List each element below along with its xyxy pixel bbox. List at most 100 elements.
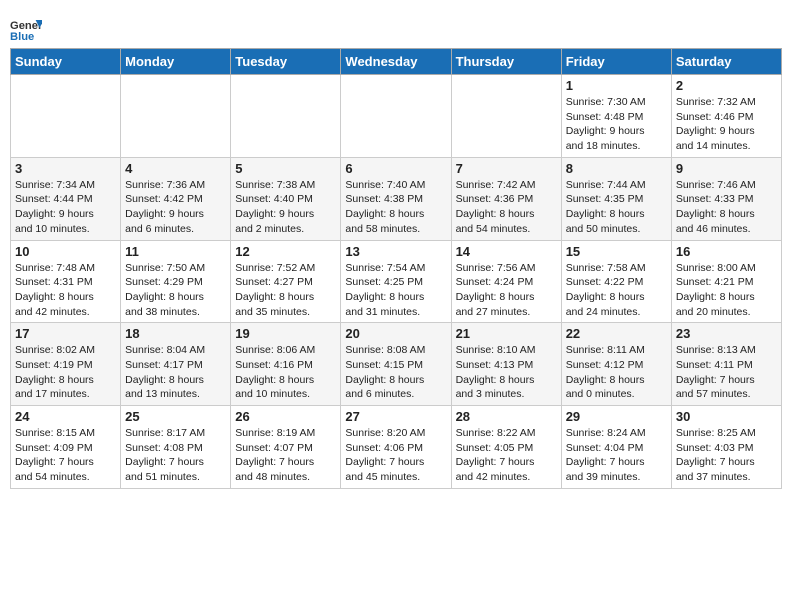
day-number: 9 [676,161,777,176]
day-number: 5 [235,161,336,176]
day-info: Sunrise: 8:02 AM Sunset: 4:19 PM Dayligh… [15,343,116,402]
day-number: 15 [566,244,667,259]
day-number: 14 [456,244,557,259]
day-number: 8 [566,161,667,176]
calendar-cell: 17 Sunrise: 8:02 AM Sunset: 4:19 PM Dayli… [11,323,121,406]
day-info: Sunrise: 7:36 AM Sunset: 4:42 PM Dayligh… [125,178,226,237]
day-info: Sunrise: 8:04 AM Sunset: 4:17 PM Dayligh… [125,343,226,402]
day-number: 29 [566,409,667,424]
day-info: Sunrise: 8:19 AM Sunset: 4:07 PM Dayligh… [235,426,336,485]
calendar-week-row: 17 Sunrise: 8:02 AM Sunset: 4:19 PM Dayli… [11,323,782,406]
day-info: Sunrise: 7:32 AM Sunset: 4:46 PM Dayligh… [676,95,777,154]
calendar-cell: 5 Sunrise: 7:38 AM Sunset: 4:40 PM Daylig… [231,157,341,240]
day-number: 24 [15,409,116,424]
day-number: 26 [235,409,336,424]
calendar-cell: 13 Sunrise: 7:54 AM Sunset: 4:25 PM Dayli… [341,240,451,323]
calendar-cell: 23 Sunrise: 8:13 AM Sunset: 4:11 PM Dayli… [671,323,781,406]
calendar-cell: 27 Sunrise: 8:20 AM Sunset: 4:06 PM Dayli… [341,406,451,489]
day-info: Sunrise: 8:15 AM Sunset: 4:09 PM Dayligh… [15,426,116,485]
calendar-cell: 14 Sunrise: 7:56 AM Sunset: 4:24 PM Dayli… [451,240,561,323]
day-number: 22 [566,326,667,341]
calendar-cell: 28 Sunrise: 8:22 AM Sunset: 4:05 PM Dayli… [451,406,561,489]
weekday-header-thursday: Thursday [451,49,561,75]
calendar-cell: 30 Sunrise: 8:25 AM Sunset: 4:03 PM Dayli… [671,406,781,489]
day-number: 21 [456,326,557,341]
calendar-cell [11,75,121,158]
day-number: 1 [566,78,667,93]
day-info: Sunrise: 8:17 AM Sunset: 4:08 PM Dayligh… [125,426,226,485]
calendar-cell: 8 Sunrise: 7:44 AM Sunset: 4:35 PM Daylig… [561,157,671,240]
day-number: 3 [15,161,116,176]
day-number: 28 [456,409,557,424]
day-number: 12 [235,244,336,259]
calendar-cell: 18 Sunrise: 8:04 AM Sunset: 4:17 PM Dayli… [121,323,231,406]
day-info: Sunrise: 7:30 AM Sunset: 4:48 PM Dayligh… [566,95,667,154]
day-info: Sunrise: 7:44 AM Sunset: 4:35 PM Dayligh… [566,178,667,237]
weekday-header-row: SundayMondayTuesdayWednesdayThursdayFrid… [11,49,782,75]
day-number: 4 [125,161,226,176]
calendar-cell: 9 Sunrise: 7:46 AM Sunset: 4:33 PM Daylig… [671,157,781,240]
day-info: Sunrise: 7:56 AM Sunset: 4:24 PM Dayligh… [456,261,557,320]
calendar-cell: 21 Sunrise: 8:10 AM Sunset: 4:13 PM Dayli… [451,323,561,406]
day-number: 20 [345,326,446,341]
calendar-week-row: 24 Sunrise: 8:15 AM Sunset: 4:09 PM Dayli… [11,406,782,489]
day-number: 7 [456,161,557,176]
day-info: Sunrise: 8:10 AM Sunset: 4:13 PM Dayligh… [456,343,557,402]
calendar-cell: 22 Sunrise: 8:11 AM Sunset: 4:12 PM Dayli… [561,323,671,406]
day-info: Sunrise: 7:38 AM Sunset: 4:40 PM Dayligh… [235,178,336,237]
logo: General Blue [10,16,42,44]
day-number: 18 [125,326,226,341]
day-info: Sunrise: 8:25 AM Sunset: 4:03 PM Dayligh… [676,426,777,485]
day-info: Sunrise: 8:06 AM Sunset: 4:16 PM Dayligh… [235,343,336,402]
day-info: Sunrise: 8:24 AM Sunset: 4:04 PM Dayligh… [566,426,667,485]
day-number: 19 [235,326,336,341]
calendar-cell: 15 Sunrise: 7:58 AM Sunset: 4:22 PM Dayli… [561,240,671,323]
calendar-cell: 26 Sunrise: 8:19 AM Sunset: 4:07 PM Dayli… [231,406,341,489]
day-info: Sunrise: 7:50 AM Sunset: 4:29 PM Dayligh… [125,261,226,320]
calendar-cell: 2 Sunrise: 7:32 AM Sunset: 4:46 PM Daylig… [671,75,781,158]
day-info: Sunrise: 7:48 AM Sunset: 4:31 PM Dayligh… [15,261,116,320]
calendar-cell: 3 Sunrise: 7:34 AM Sunset: 4:44 PM Daylig… [11,157,121,240]
calendar-week-row: 10 Sunrise: 7:48 AM Sunset: 4:31 PM Dayli… [11,240,782,323]
calendar-week-row: 3 Sunrise: 7:34 AM Sunset: 4:44 PM Daylig… [11,157,782,240]
day-info: Sunrise: 7:42 AM Sunset: 4:36 PM Dayligh… [456,178,557,237]
calendar-cell: 16 Sunrise: 8:00 AM Sunset: 4:21 PM Dayli… [671,240,781,323]
day-info: Sunrise: 8:22 AM Sunset: 4:05 PM Dayligh… [456,426,557,485]
svg-text:Blue: Blue [10,31,34,43]
day-info: Sunrise: 7:46 AM Sunset: 4:33 PM Dayligh… [676,178,777,237]
weekday-header-saturday: Saturday [671,49,781,75]
calendar-cell: 12 Sunrise: 7:52 AM Sunset: 4:27 PM Dayli… [231,240,341,323]
day-number: 16 [676,244,777,259]
calendar-cell [231,75,341,158]
day-number: 17 [15,326,116,341]
day-info: Sunrise: 7:58 AM Sunset: 4:22 PM Dayligh… [566,261,667,320]
calendar-cell: 7 Sunrise: 7:42 AM Sunset: 4:36 PM Daylig… [451,157,561,240]
weekday-header-wednesday: Wednesday [341,49,451,75]
calendar-week-row: 1 Sunrise: 7:30 AM Sunset: 4:48 PM Daylig… [11,75,782,158]
calendar-cell: 20 Sunrise: 8:08 AM Sunset: 4:15 PM Dayli… [341,323,451,406]
day-number: 27 [345,409,446,424]
day-info: Sunrise: 7:52 AM Sunset: 4:27 PM Dayligh… [235,261,336,320]
calendar-cell: 1 Sunrise: 7:30 AM Sunset: 4:48 PM Daylig… [561,75,671,158]
calendar-cell [451,75,561,158]
day-number: 30 [676,409,777,424]
day-number: 25 [125,409,226,424]
day-info: Sunrise: 8:00 AM Sunset: 4:21 PM Dayligh… [676,261,777,320]
day-number: 11 [125,244,226,259]
day-info: Sunrise: 8:08 AM Sunset: 4:15 PM Dayligh… [345,343,446,402]
weekday-header-friday: Friday [561,49,671,75]
day-info: Sunrise: 8:11 AM Sunset: 4:12 PM Dayligh… [566,343,667,402]
day-number: 2 [676,78,777,93]
day-info: Sunrise: 7:54 AM Sunset: 4:25 PM Dayligh… [345,261,446,320]
day-number: 13 [345,244,446,259]
day-number: 10 [15,244,116,259]
day-info: Sunrise: 7:34 AM Sunset: 4:44 PM Dayligh… [15,178,116,237]
day-number: 6 [345,161,446,176]
day-info: Sunrise: 8:13 AM Sunset: 4:11 PM Dayligh… [676,343,777,402]
calendar-cell: 19 Sunrise: 8:06 AM Sunset: 4:16 PM Dayli… [231,323,341,406]
day-number: 23 [676,326,777,341]
calendar-table: SundayMondayTuesdayWednesdayThursdayFrid… [10,48,782,489]
day-info: Sunrise: 8:20 AM Sunset: 4:06 PM Dayligh… [345,426,446,485]
calendar-cell: 24 Sunrise: 8:15 AM Sunset: 4:09 PM Dayli… [11,406,121,489]
logo-icon: General Blue [10,16,42,44]
